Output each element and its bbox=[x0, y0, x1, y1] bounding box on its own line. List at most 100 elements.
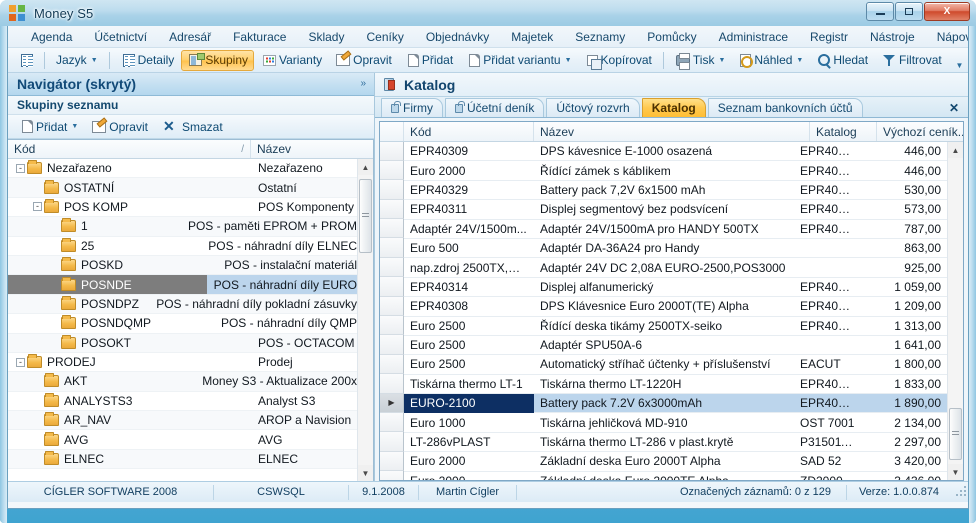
row-selector-cell[interactable] bbox=[380, 199, 404, 220]
tree-row[interactable]: POSNDQMP POS - náhradní díly QMP bbox=[8, 314, 357, 334]
opravit-button[interactable]: Opravit bbox=[329, 50, 398, 71]
grid-column-nazev[interactable]: Název bbox=[534, 122, 810, 141]
grid-scroll-thumb[interactable] bbox=[948, 408, 962, 460]
row-selector-cell[interactable] bbox=[380, 160, 404, 181]
tree-row[interactable]: POSKD POS - instalační materiál bbox=[8, 255, 357, 276]
menu-sklady[interactable]: Sklady bbox=[297, 28, 355, 46]
chevron-double-down-icon[interactable]: » bbox=[360, 78, 366, 89]
table-row[interactable]: Euro 2500 Adaptér SPU50A-6 1 641,00 bbox=[380, 335, 947, 356]
grid-vertical-scrollbar[interactable]: ▲ ▼ bbox=[947, 142, 963, 480]
table-row[interactable]: Euro 2000 Základní deska Euro 2000T Alpha… bbox=[380, 451, 947, 472]
tree-column-nazev[interactable]: Název bbox=[251, 140, 373, 158]
table-row[interactable]: EPR40329 Battery pack 7,2V 6x1500 mAh EPR4… bbox=[380, 180, 947, 201]
row-selector-cell[interactable] bbox=[380, 335, 404, 355]
tree-column-kod[interactable]: Kód / bbox=[8, 140, 251, 158]
table-row[interactable]: Euro 2500 Automatický stříhač účtenky + p… bbox=[380, 354, 947, 375]
varianty-button[interactable]: Varianty bbox=[255, 50, 328, 71]
table-row[interactable]: EPR40314 Displej alfanumerický EPR40314 1 0… bbox=[380, 277, 947, 298]
resize-grip-icon[interactable] bbox=[954, 485, 968, 499]
tab-uctovy-rozvrh[interactable]: Účtový rozvrh bbox=[546, 98, 640, 117]
tree-row[interactable]: POSNDE POS - náhradní díly EURO bbox=[8, 274, 357, 295]
row-selector-cell[interactable] bbox=[380, 412, 404, 433]
menu-objednavky[interactable]: Objednávky bbox=[415, 28, 500, 46]
row-selector-cell[interactable] bbox=[380, 180, 404, 200]
table-row[interactable]: Euro 2000 Řídící zámek s kábIikem EPR40324… bbox=[380, 160, 947, 181]
row-selector-cell[interactable] bbox=[380, 142, 404, 161]
scroll-down-arrow-icon[interactable]: ▼ bbox=[357, 465, 373, 481]
tree-row[interactable]: ANALYSTS3 Analyst S3 bbox=[8, 392, 357, 412]
table-row[interactable]: Euro 1000 Tiskárna jehličková MD-910 OST 7… bbox=[380, 412, 947, 433]
table-row[interactable]: Tiskárna thermo LT-1 Tiskárna thermo LT-1… bbox=[380, 374, 947, 395]
tree-row[interactable]: OSTATNÍ Ostatní bbox=[8, 178, 357, 198]
row-selector-cell[interactable] bbox=[380, 296, 404, 317]
tree-smazat-button[interactable]: ✕ Smazat bbox=[155, 116, 229, 137]
row-selector-cell[interactable] bbox=[380, 451, 404, 472]
row-selector-cell[interactable] bbox=[380, 238, 404, 258]
tab-ucetni-denik[interactable]: Účetní deník bbox=[445, 98, 545, 117]
table-row[interactable]: EPR40309 DPS kávesnice E-1000 osazená EPR4… bbox=[380, 142, 947, 162]
tab-firmy[interactable]: Firmy bbox=[381, 98, 443, 117]
scroll-down-arrow-icon[interactable]: ▼ bbox=[947, 464, 963, 480]
scroll-up-arrow-icon[interactable]: ▲ bbox=[947, 142, 963, 158]
menu-seznamy[interactable]: Seznamy bbox=[564, 28, 636, 46]
toolbar-overflow-icon[interactable]: ▼ bbox=[954, 51, 965, 70]
row-selector-cell[interactable] bbox=[380, 257, 404, 278]
tree-vertical-scrollbar[interactable]: ▲ ▼ bbox=[357, 159, 373, 481]
grid-column-katalog[interactable]: Katalog bbox=[810, 122, 877, 141]
tree-expander-icon[interactable]: - bbox=[33, 202, 42, 212]
tab-seznam-bankovnich-uctu[interactable]: Seznam bankovních účtů bbox=[707, 98, 863, 117]
grid-scroll-track[interactable] bbox=[947, 158, 963, 464]
tisk-button[interactable]: Tisk ▼ bbox=[669, 50, 732, 71]
tree-row[interactable]: - Nezařazeno Nezařazeno bbox=[8, 159, 357, 179]
table-row[interactable]: nap.zdroj 2500TX,POS Adaptér 24V DC 2,08A… bbox=[380, 257, 947, 278]
menu-agenda[interactable]: Agenda bbox=[20, 28, 83, 46]
row-selector-cell[interactable] bbox=[380, 219, 404, 239]
chevron-down-icon[interactable]: ▼ bbox=[71, 123, 78, 130]
pridat-button[interactable]: Přidat bbox=[399, 50, 459, 71]
grid-view-button[interactable] bbox=[13, 50, 39, 71]
close-button[interactable]: X bbox=[924, 2, 970, 21]
tree-row[interactable]: AVG AVG bbox=[8, 430, 357, 450]
tree-row[interactable]: 1 POS - paměti EPROM + PROM bbox=[8, 217, 357, 237]
menu-adresar[interactable]: Adresář bbox=[158, 28, 222, 46]
table-row[interactable]: Euro 500 Adaptér DA-36A24 pro Handy 863,00 bbox=[380, 238, 947, 259]
scroll-up-arrow-icon[interactable]: ▲ bbox=[357, 159, 373, 175]
tree-row[interactable]: 25 POS - náhradní díly ELNEC bbox=[8, 237, 357, 256]
menu-majetek[interactable]: Majetek bbox=[500, 28, 564, 46]
language-button[interactable]: Jazyk ▼ bbox=[50, 50, 104, 71]
maximize-button[interactable] bbox=[895, 2, 923, 21]
nahled-button[interactable]: Náhled ▼ bbox=[732, 50, 809, 71]
pridat-variantu-button[interactable]: Přidat variantu ▼ bbox=[460, 50, 577, 71]
row-selector-cell[interactable] bbox=[380, 354, 404, 375]
tree-row[interactable]: - POS KOMP POS Komponenty bbox=[8, 198, 357, 218]
close-icon[interactable]: ✕ bbox=[949, 101, 959, 115]
grid-column-vychozi-cenik[interactable]: Výchozí ceník... bbox=[877, 122, 963, 141]
table-row[interactable]: EPR40308 DPS Klávesnice Euro 2000T(TE) Al… bbox=[380, 296, 947, 317]
chevron-down-icon[interactable]: ▼ bbox=[565, 57, 572, 64]
hledat-button[interactable]: Hledat bbox=[810, 50, 874, 71]
tree-expander-icon[interactable]: - bbox=[16, 163, 25, 173]
table-row[interactable]: LT-286vPLAST Tiskárna thermo LT-286 v pla… bbox=[380, 432, 947, 453]
menu-napoveda[interactable]: Nápověda bbox=[926, 28, 968, 46]
tree-opravit-button[interactable]: Opravit bbox=[85, 116, 154, 137]
menu-fakturace[interactable]: Fakturace bbox=[222, 28, 297, 46]
tree-row[interactable]: POSOKT POS - OCTACOM bbox=[8, 333, 357, 353]
tree-row[interactable]: POSNDPZ POS - náhradní díly pokladní zásu… bbox=[8, 294, 357, 315]
filtrovat-button[interactable]: Filtrovat bbox=[875, 50, 948, 71]
menu-nastroje[interactable]: Nástroje bbox=[859, 28, 926, 46]
grid-column-kod[interactable]: Kód bbox=[404, 122, 534, 141]
table-row[interactable]: Euro 2500 Řídící deska tikámy 2500TX-seik… bbox=[380, 316, 947, 336]
chevron-down-icon[interactable]: ▼ bbox=[91, 57, 98, 64]
menu-pomucky[interactable]: Pomůcky bbox=[636, 28, 707, 46]
tree-row[interactable]: - PRODEJ Prodej bbox=[8, 353, 357, 373]
chevron-down-icon[interactable]: ▼ bbox=[796, 57, 803, 64]
tree-scroll-thumb[interactable] bbox=[358, 179, 372, 253]
menu-administrace[interactable]: Administrace bbox=[708, 28, 799, 46]
table-row[interactable]: EPR40311 Displej segmentový bez podsvícen… bbox=[380, 199, 947, 220]
row-selector-cell[interactable] bbox=[380, 316, 404, 336]
row-selector-cell[interactable] bbox=[380, 432, 404, 452]
table-row[interactable]: ▶ EURO-2100 Battery pack 7.2V 6x3000mAh EPR… bbox=[380, 393, 947, 414]
detaily-button[interactable]: Detaily bbox=[115, 50, 181, 71]
row-selector-cell[interactable] bbox=[380, 471, 404, 480]
tree-expander-icon[interactable]: - bbox=[16, 357, 25, 367]
